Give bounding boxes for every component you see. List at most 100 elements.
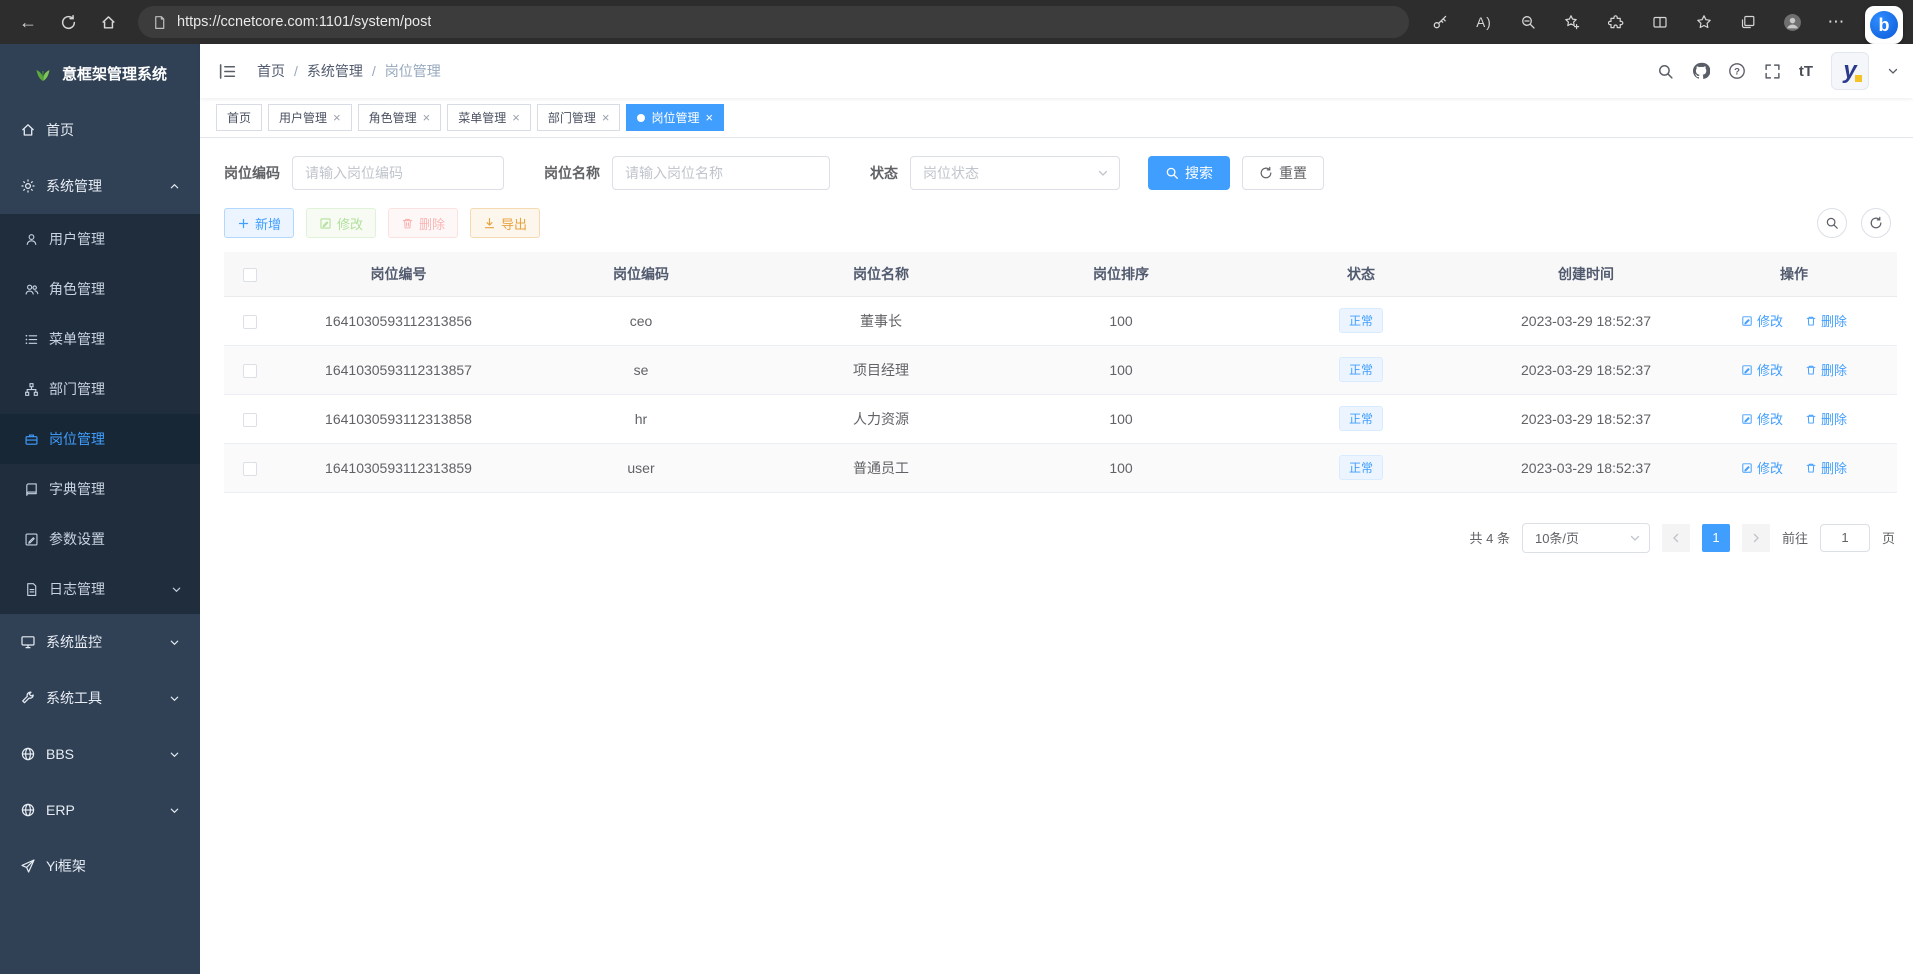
- tab-menu-mgmt[interactable]: 菜单管理 ×: [447, 104, 531, 131]
- breadcrumb: 首页 / 系统管理 / 岗位管理: [257, 61, 441, 81]
- avatar-accent-dot: [1855, 75, 1862, 82]
- sidebar-item-system-monitor[interactable]: 系统监控: [0, 614, 200, 670]
- sidebar-label: ERP: [46, 802, 75, 818]
- plus-icon: [237, 217, 250, 230]
- row-delete-link[interactable]: 删除: [1805, 311, 1847, 330]
- row-edit-link[interactable]: 修改: [1741, 360, 1783, 379]
- sidebar-item-post-mgmt[interactable]: 岗位管理: [0, 414, 200, 464]
- tab-dept-mgmt[interactable]: 部门管理 ×: [537, 104, 621, 131]
- post-name-input[interactable]: [612, 156, 830, 190]
- row-delete-link[interactable]: 删除: [1805, 360, 1847, 379]
- edit-button-label: 修改: [337, 214, 363, 233]
- status-select[interactable]: 岗位状态: [910, 156, 1120, 190]
- close-icon[interactable]: ×: [333, 111, 341, 124]
- sidebar-item-erp[interactable]: ERP: [0, 782, 200, 838]
- help-icon[interactable]: ?: [1728, 62, 1746, 80]
- show-search-toggle-button[interactable]: [1817, 208, 1847, 238]
- sidebar: 意框架管理系统 首页 系统管理 用户管理: [0, 44, 200, 974]
- refresh-table-button[interactable]: [1861, 208, 1891, 238]
- select-all-checkbox[interactable]: [243, 268, 257, 282]
- row-edit-link[interactable]: 修改: [1741, 458, 1783, 477]
- user-avatar[interactable]: y: [1831, 52, 1869, 90]
- table-toolbar: 新增 修改 删除 导出: [224, 208, 1897, 238]
- more-options-icon[interactable]: ⋯: [1817, 5, 1855, 39]
- goto-page-input[interactable]: [1820, 524, 1870, 552]
- sidebar-item-bbs[interactable]: BBS: [0, 726, 200, 782]
- cell-post-id: 1641030593112313856: [276, 296, 521, 345]
- sidebar-item-menu-mgmt[interactable]: 菜单管理: [0, 314, 200, 364]
- extensions-icon[interactable]: [1597, 5, 1635, 39]
- address-bar[interactable]: https://ccnetcore.com:1101/system/post: [138, 6, 1409, 38]
- sidebar-item-system-mgmt[interactable]: 系统管理: [0, 158, 200, 214]
- tab-label: 用户管理: [279, 109, 327, 126]
- fullscreen-icon[interactable]: [1764, 63, 1781, 80]
- key-icon[interactable]: [1421, 5, 1459, 39]
- favorites-icon[interactable]: [1685, 5, 1723, 39]
- split-screen-icon[interactable]: [1641, 5, 1679, 39]
- close-icon[interactable]: ×: [512, 111, 520, 124]
- row-checkbox[interactable]: [243, 315, 257, 329]
- browser-refresh-button[interactable]: [50, 5, 86, 39]
- status-badge: 正常: [1339, 406, 1383, 431]
- sidebar-toggle-icon[interactable]: [218, 62, 237, 81]
- row-checkbox[interactable]: [243, 364, 257, 378]
- tab-post-mgmt[interactable]: 岗位管理 ×: [626, 104, 724, 131]
- breadcrumb-item-home[interactable]: 首页: [257, 61, 285, 81]
- chevron-down-icon: [1629, 532, 1641, 544]
- edit-icon: [1741, 315, 1753, 327]
- export-button[interactable]: 导出: [470, 208, 540, 238]
- close-icon[interactable]: ×: [705, 111, 713, 124]
- collections-icon[interactable]: [1729, 5, 1767, 39]
- delete-button[interactable]: 删除: [388, 208, 458, 238]
- sidebar-item-system-tools[interactable]: 系统工具: [0, 670, 200, 726]
- post-name-label: 岗位名称: [544, 163, 600, 183]
- bing-sidebar-button[interactable]: b: [1865, 6, 1903, 44]
- export-button-label: 导出: [501, 214, 527, 233]
- font-size-icon[interactable]: tT: [1799, 63, 1813, 80]
- sidebar-item-home[interactable]: 首页: [0, 102, 200, 158]
- breadcrumb-item-system[interactable]: 系统管理: [307, 61, 363, 81]
- sidebar-item-dict-mgmt[interactable]: 字典管理: [0, 464, 200, 514]
- close-icon[interactable]: ×: [423, 111, 431, 124]
- header-search-icon[interactable]: [1657, 63, 1674, 80]
- row-checkbox[interactable]: [243, 413, 257, 427]
- edit-button[interactable]: 修改: [306, 208, 376, 238]
- sidebar-label: 首页: [46, 120, 74, 140]
- sidebar-item-user-mgmt[interactable]: 用户管理: [0, 214, 200, 264]
- post-code-input[interactable]: [292, 156, 504, 190]
- sidebar-item-role-mgmt[interactable]: 角色管理: [0, 264, 200, 314]
- next-page-button[interactable]: [1742, 524, 1770, 552]
- row-checkbox[interactable]: [243, 462, 257, 476]
- refresh-icon: [1259, 166, 1273, 180]
- browser-back-button[interactable]: ←: [10, 5, 46, 39]
- add-favorite-icon[interactable]: [1553, 5, 1591, 39]
- avatar-dropdown-caret-icon[interactable]: [1887, 65, 1899, 77]
- row-edit-link[interactable]: 修改: [1741, 409, 1783, 428]
- reset-button[interactable]: 重置: [1242, 156, 1324, 190]
- sidebar-item-yi-framework[interactable]: Yi框架: [0, 838, 200, 894]
- row-edit-link[interactable]: 修改: [1741, 311, 1783, 330]
- page-number-1[interactable]: 1: [1702, 524, 1730, 552]
- wrench-icon: [20, 690, 36, 706]
- tab-user-mgmt[interactable]: 用户管理 ×: [268, 104, 352, 131]
- row-delete-link[interactable]: 删除: [1805, 458, 1847, 477]
- tab-home[interactable]: 首页: [216, 104, 262, 131]
- search-button[interactable]: 搜索: [1148, 156, 1230, 190]
- github-icon[interactable]: [1692, 62, 1710, 80]
- sidebar-item-param-settings[interactable]: 参数设置: [0, 514, 200, 564]
- prev-page-button[interactable]: [1662, 524, 1690, 552]
- sidebar-label: BBS: [46, 746, 74, 762]
- browser-home-button[interactable]: [90, 5, 126, 39]
- sidebar-item-dept-mgmt[interactable]: 部门管理: [0, 364, 200, 414]
- cell-post-name: 普通员工: [761, 443, 1001, 492]
- table-header-row: 岗位编号 岗位编码 岗位名称 岗位排序 状态 创建时间 操作: [224, 252, 1897, 296]
- zoom-out-icon[interactable]: [1509, 5, 1547, 39]
- add-button[interactable]: 新增: [224, 208, 294, 238]
- close-icon[interactable]: ×: [602, 111, 610, 124]
- sidebar-item-log-mgmt[interactable]: 日志管理: [0, 564, 200, 614]
- row-delete-link[interactable]: 删除: [1805, 409, 1847, 428]
- page-size-select[interactable]: 10条/页: [1522, 523, 1650, 553]
- profile-avatar[interactable]: [1773, 5, 1811, 39]
- read-aloud-icon[interactable]: A): [1465, 5, 1503, 39]
- tab-role-mgmt[interactable]: 角色管理 ×: [358, 104, 442, 131]
